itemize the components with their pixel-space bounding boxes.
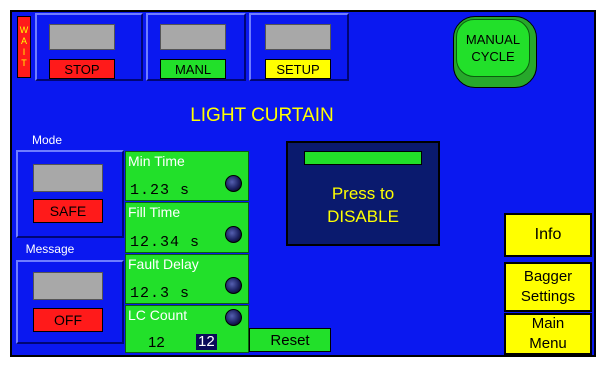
hmi-screen: W A I T STOP MANL SETUP MANUAL CYCLE LIG… [10,10,596,357]
stop-group: STOP [35,13,143,81]
fault-delay-value: 12.3 s [130,285,191,302]
fill-time-panel[interactable]: Fill Time 12.34 s [125,202,249,253]
setup-group: SETUP [249,13,349,81]
disable-panel[interactable]: Press to DISABLE [286,141,440,246]
manual-cycle-label-line2: CYCLE [471,49,515,64]
disable-text-line1: Press to [331,184,395,203]
setup-button[interactable]: SETUP [265,59,331,79]
lc-count-value: 12 [148,334,165,351]
wait-indicator: W A I T [17,16,31,78]
manual-cycle-label-line1: MANUAL [465,32,521,47]
mode-group: SAFE [16,150,124,238]
manl-group: MANL [146,13,246,81]
disable-text: Press to DISABLE [288,175,438,235]
manual-cycle-face: MANUAL CYCLE [456,19,530,77]
min-time-panel[interactable]: Min Time 1.23 s [125,151,249,201]
info-button[interactable]: Info [504,213,592,257]
manl-button[interactable]: MANL [160,59,226,79]
fill-time-value: 12.34 s [130,234,201,251]
fault-delay-label: Fault Delay [128,256,199,272]
manual-cycle-button[interactable]: MANUAL CYCLE [453,16,537,88]
lc-count-panel[interactable]: LC Count 12 12 [125,305,249,353]
message-status-lamp [33,272,103,300]
fault-delay-indicator-icon [225,277,242,294]
lc-count-highlight-value: 12 [196,333,217,350]
lc-count-label: LC Count [128,307,188,323]
min-time-indicator-icon [225,175,242,192]
wait-letter: I [22,47,26,57]
min-time-value: 1.23 s [130,182,191,199]
message-group: OFF [16,260,124,344]
reset-button[interactable]: Reset [249,328,331,352]
stop-status-lamp [49,24,115,50]
min-time-label: Min Time [128,153,185,169]
main-menu-button[interactable]: Main Menu [504,313,592,355]
bagger-settings-line1: Bagger [523,268,573,285]
manl-status-lamp [160,24,226,50]
message-label: Message [25,242,75,256]
main-menu-line1: Main [531,315,565,332]
message-off-button[interactable]: OFF [33,308,103,332]
stop-button[interactable]: STOP [49,59,115,79]
fault-delay-panel[interactable]: Fault Delay 12.3 s [125,254,249,304]
bagger-settings-button[interactable]: Bagger Settings [504,262,592,312]
lc-count-indicator-icon [225,309,242,326]
disable-status-bar [304,151,422,165]
main-menu-line2: Menu [529,335,567,352]
mode-safe-button[interactable]: SAFE [33,199,103,223]
fill-time-label: Fill Time [128,204,181,220]
disable-text-line2: DISABLE [327,207,399,226]
setup-status-lamp [265,24,331,50]
mode-label: Mode [31,133,63,147]
page-title: LIGHT CURTAIN [190,105,334,126]
bagger-settings-line2: Settings [520,288,576,305]
wait-letter: W [19,25,29,35]
wait-letter: A [20,36,27,46]
fill-time-indicator-icon [225,226,242,243]
wait-letter: T [21,58,27,68]
mode-status-lamp [33,164,103,192]
